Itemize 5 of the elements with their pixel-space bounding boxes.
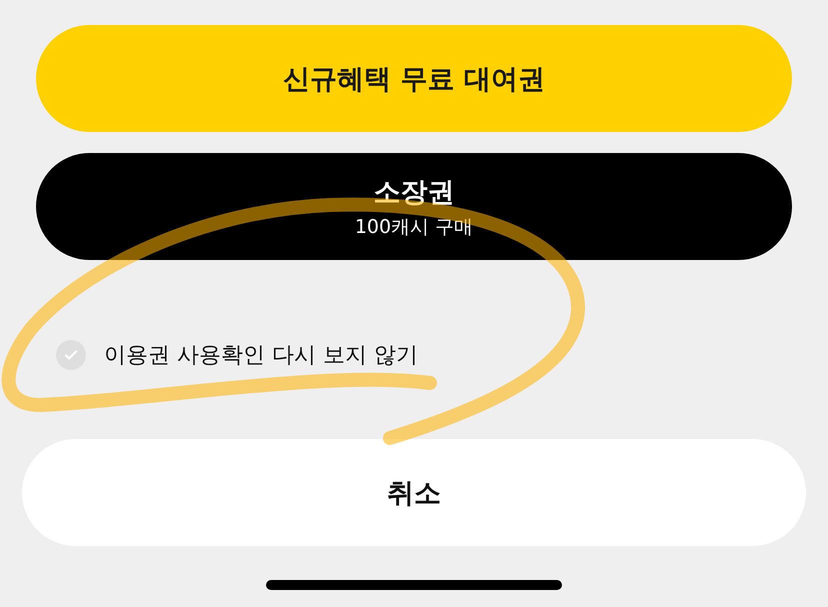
purchase-button[interactable]: 소장권 100캐시 구매: [36, 153, 792, 260]
checkbox-label: 이용권 사용확인 다시 보지 않기: [104, 342, 418, 370]
cancel-button[interactable]: 취소: [22, 439, 806, 546]
free-rental-button[interactable]: 신규혜택 무료 대여권: [36, 25, 792, 132]
checkbox[interactable]: [56, 340, 86, 370]
